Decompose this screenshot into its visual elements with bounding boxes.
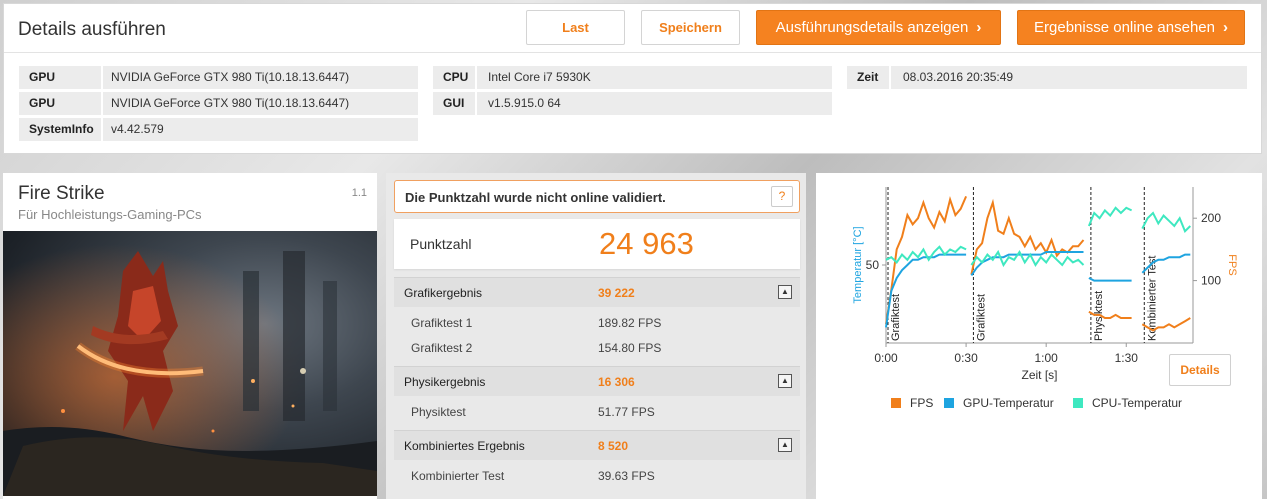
y-right-axis-label: FPS <box>1226 254 1238 275</box>
test-name: Fire Strike <box>18 183 105 204</box>
result-row: Grafiktest 1 189.82 FPS <box>394 310 800 335</box>
fire-strike-artwork <box>3 231 377 496</box>
load-button[interactable]: Last <box>526 10 625 45</box>
validation-notice-text: Die Punktzahl wurde nicht online validie… <box>405 190 666 205</box>
result-value: 16 306 <box>598 375 635 389</box>
result-row: Physiktest 51.77 FPS <box>394 399 800 424</box>
score-column: Die Punktzahl wurde nicht online validie… <box>386 173 806 499</box>
legend-swatch <box>1073 398 1083 408</box>
divider <box>889 66 891 89</box>
collapse-icon[interactable]: ▲ <box>778 438 792 452</box>
y-right-tick-label: 100 <box>1201 274 1221 288</box>
info-row-gpu-1: GPU NVIDIA GeForce GTX 980 Ti(10.18.13.6… <box>19 66 418 89</box>
info-key: GPU <box>29 96 56 110</box>
series-line-fps <box>970 198 1085 275</box>
result-label: Kombiniertes Ergebnis <box>404 439 525 453</box>
legend-label: CPU-Temperatur <box>1092 396 1182 410</box>
legend-swatch <box>944 398 954 408</box>
info-value: NVIDIA GeForce GTX 980 Ti(10.18.13.6447) <box>111 96 350 110</box>
result-label: Physikergebnis <box>404 375 486 389</box>
info-key: Zeit <box>857 70 879 84</box>
info-key: SystemInfo <box>29 122 94 136</box>
info-value: v4.42.579 <box>111 122 164 136</box>
run-details-button[interactable]: Ausführungsdetails anzeigen › <box>756 10 1001 45</box>
series-line-cpu-temperatur <box>1141 211 1192 233</box>
run-details-panel: Details ausführen Last Speichern Ausführ… <box>3 3 1262 154</box>
result-row-value: 189.82 FPS <box>598 316 662 330</box>
divider <box>475 66 477 89</box>
result-row-label: Grafiktest 2 <box>411 341 473 355</box>
collapse-icon[interactable]: ▲ <box>778 285 792 299</box>
chevron-right-icon: › <box>1222 19 1228 36</box>
result-row-value: 39.63 FPS <box>598 469 655 483</box>
x-tick-label: 0:00 <box>874 351 898 365</box>
validation-notice: Die Punktzahl wurde nicht online validie… <box>394 180 800 213</box>
score-value: 24 963 <box>599 226 694 261</box>
x-axis-label: Zeit [s] <box>1021 368 1057 382</box>
result-row-value: 154.80 FPS <box>598 341 662 355</box>
graphics-score-header[interactable]: Grafikergebnis 39 222 ▲ <box>394 277 800 307</box>
info-value: 08.03.2016 20:35:49 <box>903 70 1014 84</box>
online-results-button[interactable]: Ergebnisse online ansehen › <box>1017 10 1245 45</box>
info-value: Intel Core i7 5930K <box>488 70 591 84</box>
test-info: Fire Strike Für Hochleistungs-Gaming-PCs… <box>3 173 377 499</box>
divider <box>101 66 103 89</box>
run-details-label: Ausführungsdetails anzeigen <box>775 19 969 36</box>
info-row-time: Zeit 08.03.2016 20:35:49 <box>847 66 1247 89</box>
collapse-icon[interactable]: ▲ <box>778 374 792 388</box>
info-row-gpu-2: GPU NVIDIA GeForce GTX 980 Ti(10.18.13.6… <box>19 92 418 115</box>
series-line-cpu-temperatur <box>1087 206 1133 227</box>
info-key: GUI <box>443 96 465 110</box>
physics-score-header[interactable]: Physikergebnis 16 306 ▲ <box>394 366 800 396</box>
info-row-gui: GUI v1.5.915.0 64 <box>433 92 832 115</box>
overall-score: Punktzahl 24 963 <box>394 219 800 269</box>
monitoring-chart: 0:00 0:30 1:00 1:30 50 100 200 Temperatur [°C] F… <box>852 187 1238 410</box>
series-line-gpu-temperatur <box>1088 277 1132 282</box>
combined-score-header[interactable]: Kombiniertes Ergebnis 8 520 ▲ <box>394 430 800 460</box>
result-value: 39 222 <box>598 286 635 300</box>
info-key: CPU <box>443 70 469 84</box>
fire-strike-image <box>3 231 377 496</box>
info-key: GPU <box>29 70 56 84</box>
page-title: Details ausführen <box>18 19 166 40</box>
monitoring-chart-panel: 0:00 0:30 1:00 1:30 50 100 200 Temperatur [°C] F… <box>816 173 1262 499</box>
result-row-label: Physiktest <box>411 405 466 419</box>
y-left-tick-label: 50 <box>866 258 880 272</box>
info-row-cpu: CPU Intel Core i7 5930K <box>433 66 832 89</box>
test-subtitle: Für Hochleistungs-Gaming-PCs <box>18 207 202 222</box>
divider <box>475 92 477 115</box>
divider <box>101 118 103 141</box>
legend-label: GPU-Temperatur <box>963 396 1054 410</box>
chevron-right-icon: › <box>976 19 982 36</box>
x-tick-label: 1:30 <box>1115 351 1139 365</box>
result-row-value: 51.77 FPS <box>598 405 655 419</box>
legend-swatch <box>891 398 901 408</box>
score-label: Punktzahl <box>410 236 472 252</box>
help-icon[interactable]: ? <box>771 186 793 207</box>
y-left-axis-label: Temperatur [°C] <box>852 226 864 303</box>
online-results-label: Ergebnisse online ansehen <box>1034 19 1215 36</box>
x-tick-label: 0:30 <box>954 351 978 365</box>
section-label: Grafiktest <box>890 294 902 341</box>
details-button[interactable]: Details <box>1169 354 1231 386</box>
info-row-systeminfo: SystemInfo v4.42.579 <box>19 118 418 141</box>
save-button[interactable]: Speichern <box>641 10 740 45</box>
result-row: Grafiktest 2 154.80 FPS <box>394 335 800 360</box>
test-result-panel: Fire Strike Für Hochleistungs-Gaming-PCs… <box>3 173 1262 499</box>
result-value: 8 520 <box>598 439 629 453</box>
y-right-tick-label: 200 <box>1201 211 1221 225</box>
divider <box>101 92 103 115</box>
section-label: Grafiktest <box>975 294 987 341</box>
result-row-label: Grafiktest 1 <box>411 316 473 330</box>
result-row-label: Kombinierter Test <box>411 469 505 483</box>
result-row: Kombinierter Test 39.63 FPS <box>394 463 800 488</box>
info-value: v1.5.915.0 64 <box>488 96 561 110</box>
result-label: Grafikergebnis <box>404 286 483 300</box>
panel-header: Details ausführen Last Speichern Ausführ… <box>4 4 1261 53</box>
test-version: 1.1 <box>351 187 367 199</box>
legend-label: FPS <box>910 396 933 410</box>
info-value: NVIDIA GeForce GTX 980 Ti(10.18.13.6447) <box>111 70 350 84</box>
x-tick-label: 1:00 <box>1034 351 1058 365</box>
